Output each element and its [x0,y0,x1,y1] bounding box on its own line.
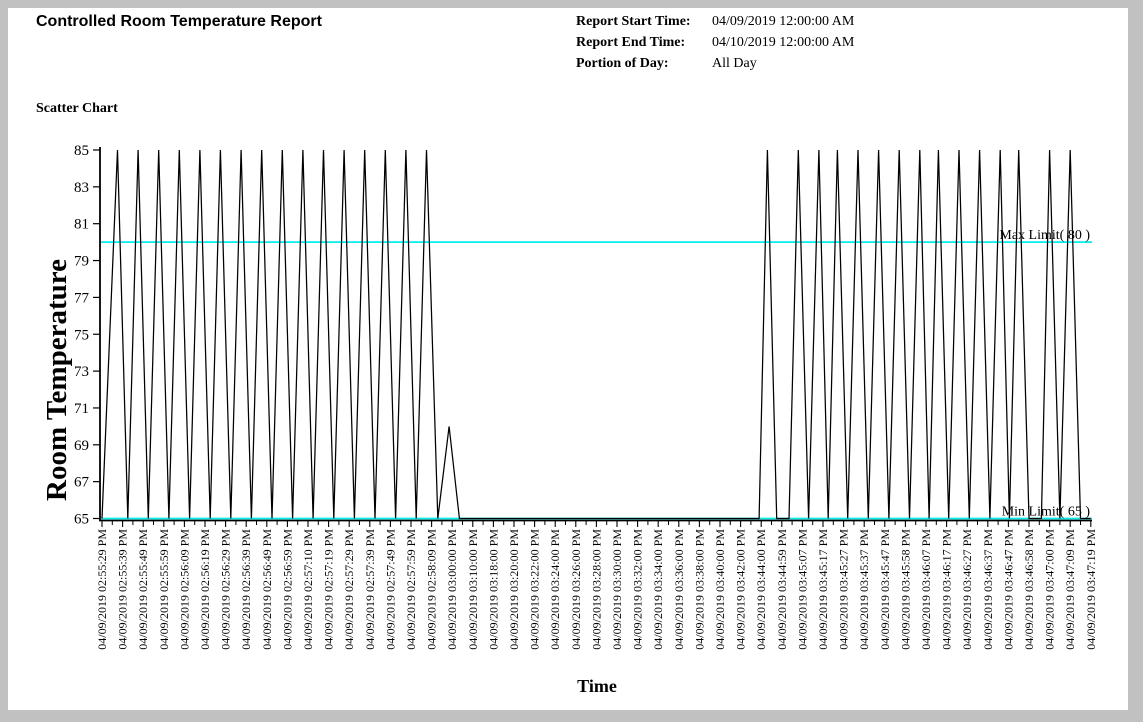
x-tick-label: 04/09/2019 02:55:29 PM [95,529,109,650]
x-tick-label: 04/09/2019 02:57:39 PM [363,529,377,650]
report-page: Controlled Room Temperature Report Repor… [8,8,1128,710]
x-tick-label: 04/09/2019 03:30:00 PM [610,529,624,650]
x-tick-label: 04/09/2019 03:34:00 PM [651,529,665,650]
scatter-chart: Max Limit( 80 ) Min Limit( 65 ) 65 67 69 71 73… [8,8,1128,710]
x-tick-label: 04/09/2019 03:47:09 PM [1063,529,1077,650]
max-limit-label: Max Limit( 80 ) [999,228,1090,243]
x-tick-label: 04/09/2019 02:57:49 PM [383,529,397,650]
x-tick-label: 04/09/2019 02:56:29 PM [219,529,233,650]
x-tick-label: 04/09/2019 03:44:59 PM [775,529,789,650]
x-tick-label: 04/09/2019 03:22:00 PM [528,529,542,650]
x-tick-label: 04/09/2019 03:40:00 PM [713,529,727,650]
x-tick-label: 04/09/2019 03:38:00 PM [692,529,706,650]
y-axis-title: Room Temperature [41,259,73,501]
x-tick-label: 04/09/2019 03:45:37 PM [857,529,871,650]
x-tick-label: 04/09/2019 02:55:59 PM [157,529,171,650]
x-axis-title: Time [577,676,617,696]
y-tick-label: 81 [74,217,89,233]
x-tick-label: 04/09/2019 03:45:17 PM [816,529,830,650]
y-tick-label: 85 [74,143,89,159]
x-tick-label: 04/09/2019 03:45:27 PM [837,529,851,650]
x-tick-label: 04/09/2019 03:46:58 PM [1022,529,1036,650]
x-tick-label: 04/09/2019 03:28:00 PM [589,529,603,650]
x-tick-label: 04/09/2019 02:56:59 PM [280,529,294,650]
x-tick-label: 04/09/2019 03:36:00 PM [672,529,686,650]
x-tick-label: 04/09/2019 02:57:29 PM [342,529,356,650]
x-tick-label: 04/09/2019 03:47:19 PM [1084,529,1098,650]
x-tick-label: 04/09/2019 03:46:27 PM [960,529,974,650]
y-tick-label: 83 [74,180,89,196]
x-tick-label: 04/09/2019 02:57:19 PM [322,529,336,650]
x-tick-label: 04/09/2019 03:46:17 PM [940,529,954,650]
x-tick-label: 04/09/2019 02:57:10 PM [301,529,315,650]
x-tick-label: 04/09/2019 03:45:58 PM [898,529,912,650]
y-tick-label: 71 [74,401,89,417]
min-limit-label: Min Limit( 65 ) [1002,505,1091,520]
x-tick-label: 04/09/2019 02:56:49 PM [260,529,274,650]
y-tick-label: 75 [74,327,89,343]
temperature-series-line [102,150,1091,519]
x-tick-label: 04/09/2019 03:00:00 PM [445,529,459,650]
x-tick-label: 04/09/2019 03:24:00 PM [548,529,562,650]
y-tick-label: 65 [74,512,89,528]
y-tick-label: 73 [74,364,89,380]
y-tick-label: 77 [74,290,90,306]
x-tick-label: 04/09/2019 02:55:39 PM [116,529,130,650]
x-tick-label: 04/09/2019 03:18:00 PM [486,529,500,650]
x-tick-label: 04/09/2019 03:45:47 PM [878,529,892,650]
x-tick-label: 04/09/2019 03:44:00 PM [754,529,768,650]
x-tick-label: 04/09/2019 03:32:00 PM [631,529,645,650]
x-tick-label: 04/09/2019 03:45:07 PM [795,529,809,650]
x-tick-label: 04/09/2019 03:20:00 PM [507,529,521,650]
x-tick-label: 04/09/2019 02:55:49 PM [136,529,150,650]
x-tick-label: 04/09/2019 03:10:00 PM [466,529,480,650]
x-tick-label: 04/09/2019 02:56:19 PM [198,529,212,650]
x-tick-label: 04/09/2019 03:26:00 PM [569,529,583,650]
x-tick-label: 04/09/2019 03:46:37 PM [981,529,995,650]
x-tick-label: 04/09/2019 03:46:47 PM [1001,529,1015,650]
x-tick-label: 04/09/2019 02:56:09 PM [177,529,191,650]
x-tick-label: 04/09/2019 03:47:00 PM [1043,529,1057,650]
x-tick-label: 04/09/2019 02:57:59 PM [404,529,418,650]
y-tick-label: 79 [74,254,89,270]
x-tick-label: 04/09/2019 02:56:39 PM [239,529,253,650]
x-tick-label: 04/09/2019 03:46:07 PM [919,529,933,650]
x-tick-label: 04/09/2019 03:42:00 PM [734,529,748,650]
y-tick-label: 69 [74,438,89,454]
y-tick-label: 67 [74,475,90,491]
x-tick-label: 04/09/2019 02:58:09 PM [425,529,439,650]
